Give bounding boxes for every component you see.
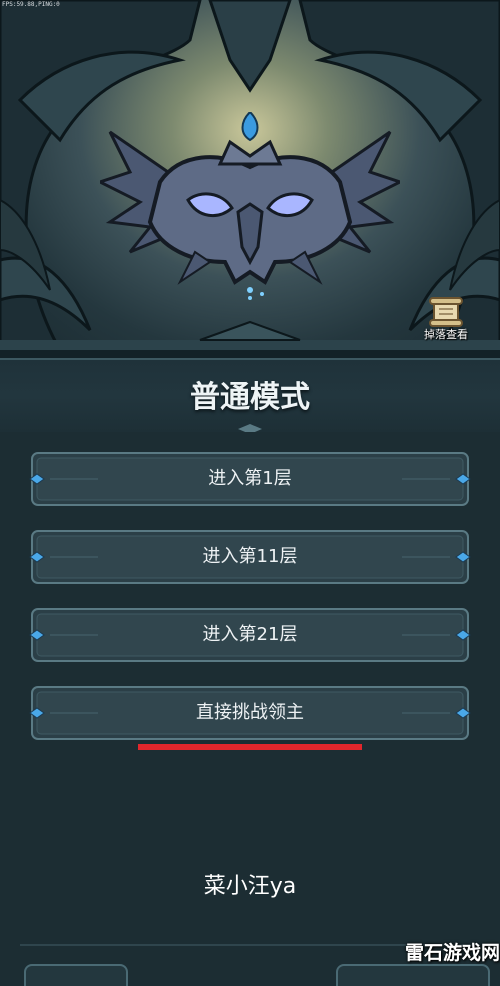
scroll-icon [429,297,463,327]
highlight-underline [138,744,362,750]
enter-floor-21-label: 进入第21层 [202,624,298,645]
enter-floor-1-button[interactable]: 进入第1层 [28,450,472,508]
horned-helmet-emblem-icon [100,112,400,300]
enter-floor-21-button[interactable]: 进入第21层 [28,606,472,664]
bottom-right-button-fragment[interactable] [336,964,490,986]
challenge-lord-label: 直接挑战领主 [196,702,304,723]
loot-view-button[interactable]: 掉落查看 [414,296,478,346]
mode-title: 普通模式 [190,380,310,415]
fps-readout: FPS:59.88,PING:0 [2,1,60,8]
boss-scene: FPS:59.88,PING:0 掉落查看 [0,0,500,350]
challenge-lord-button[interactable]: 直接挑战领主 [28,684,472,742]
bottom-left-button-fragment[interactable] [24,964,128,986]
site-watermark: 雷石游戏网 [404,942,500,964]
mode-title-bar: 普通模式 [0,358,500,434]
loot-view-label: 掉落查看 [424,328,468,341]
enter-floor-11-button[interactable]: 进入第11层 [28,528,472,586]
enter-floor-1-label: 进入第1层 [208,468,292,489]
enter-floor-11-label: 进入第11层 [202,546,298,567]
author-username: 菜小汪ya [203,874,297,899]
